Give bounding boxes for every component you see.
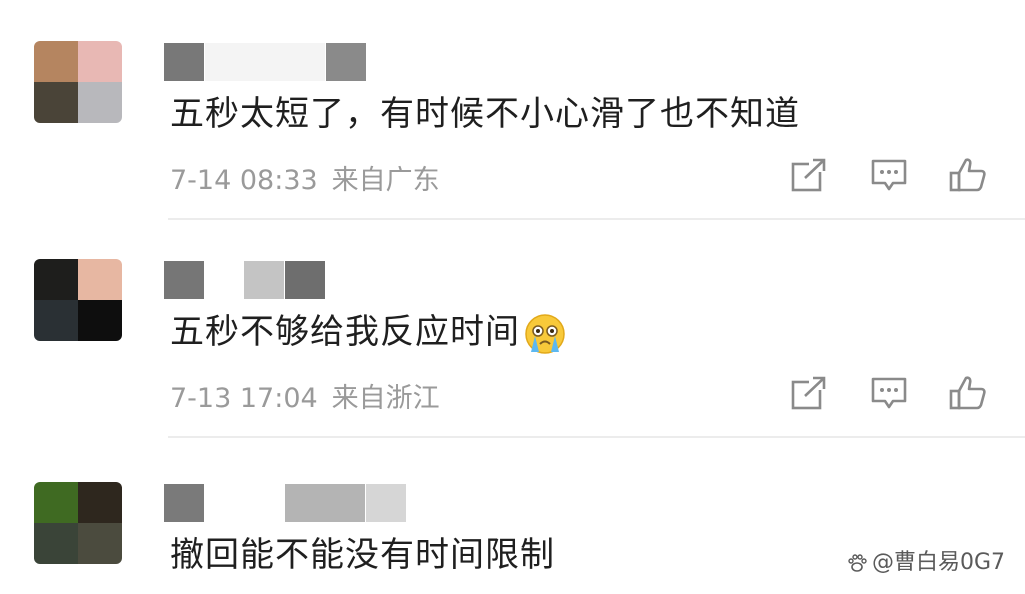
comment-text-content: 五秒不够给我反应时间 (170, 312, 520, 352)
comment-date: 7-14 08:33 (170, 165, 318, 196)
comment-date: 7-13 17:04 (170, 383, 318, 414)
divider (168, 218, 1025, 220)
comment-meta: 7-14 08:33 来自广东 (170, 158, 440, 197)
username-mosaic[interactable] (164, 261, 204, 299)
username-mosaic[interactable] (285, 484, 365, 522)
comment-text: 撤回能不能没有时间限制 (170, 535, 555, 575)
username-mosaic[interactable] (285, 261, 325, 299)
divider (168, 436, 1025, 438)
comment-icon[interactable] (869, 156, 909, 194)
username-mosaic[interactable] (205, 43, 325, 81)
username-mosaic[interactable] (164, 484, 204, 522)
comment-text: 五秒太短了，有时候不小心滑了也不知道 (170, 94, 800, 134)
username-mosaic[interactable] (366, 484, 406, 522)
watermark: @曹白易0G7 (846, 544, 1005, 576)
comment-item: 五秒太短了，有时候不小心滑了也不知道 7-14 08:33 来自广东 (0, 0, 1025, 218)
like-icon[interactable] (948, 156, 988, 194)
avatar[interactable] (34, 482, 122, 564)
username-mosaic[interactable] (164, 43, 204, 81)
avatar[interactable] (34, 259, 122, 341)
comment-location: 来自浙江 (331, 383, 440, 414)
crying-face-icon (525, 313, 565, 354)
share-icon[interactable] (789, 156, 829, 194)
comment-icon[interactable] (869, 374, 909, 412)
username-mosaic[interactable] (244, 261, 284, 299)
watermark-text: @曹白易0G7 (871, 550, 1005, 575)
comment-item: 五秒不够给我反应时间 7-13 17:04 来自浙江 (0, 218, 1025, 436)
comment-meta: 7-13 17:04 来自浙江 (170, 376, 440, 415)
comment-text: 五秒不够给我反应时间 (170, 304, 566, 355)
username-mosaic[interactable] (326, 43, 366, 81)
share-icon[interactable] (789, 374, 829, 412)
comment-location: 来自广东 (331, 165, 440, 196)
watermark-paw-icon (848, 554, 867, 572)
avatar[interactable] (34, 41, 122, 123)
like-icon[interactable] (948, 374, 988, 412)
